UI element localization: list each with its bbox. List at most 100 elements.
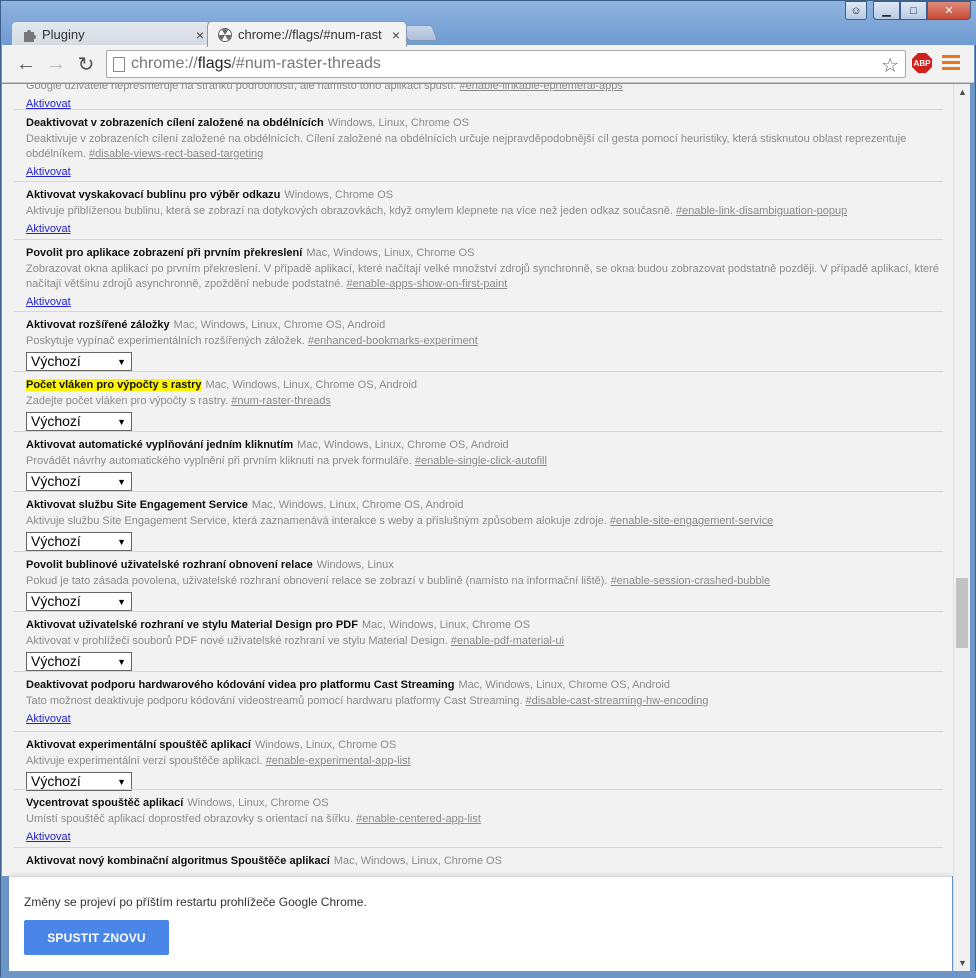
flag-title-text: Deaktivovat v zobrazeních cílení založen… [26,117,324,129]
enable-link[interactable]: Aktivovat [26,713,71,725]
flag-title: Aktivovat rozšířené záložky Mac, Windows,… [26,319,943,331]
back-arrow-icon[interactable]: ← [14,52,38,76]
flag-item: Počet vláken pro výpočty s rastry Mac, Wi… [26,379,943,431]
flag-title-text: Aktivovat uživatelské rozhraní ve stylu … [26,619,358,631]
user-icon[interactable]: ☺ [845,1,867,20]
flag-description-text: Aktivuje přiblíženou bublinu, která se z… [26,205,673,217]
flag-select[interactable]: Výchozí ▼ [26,592,132,611]
flag-platforms: Windows, Chrome OS [284,189,394,201]
flag-description: Zadejte počet vláken pro výpočty s rastr… [26,394,943,409]
chevron-down-icon: ▼ [117,657,126,667]
puzzle-icon [24,30,36,42]
flag-anchor-link[interactable]: #num-raster-threads [231,395,331,407]
flag-select[interactable]: Výchozí ▼ [26,532,132,551]
flag-anchor-link[interactable]: #disable-cast-streaming-hw-encoding [526,695,709,707]
flag-description: Zobrazovat okna aplikací po prvním překr… [26,262,943,292]
flag-anchor-link[interactable]: #enable-centered-app-list [356,813,481,825]
enable-link[interactable]: Aktivovat [26,831,71,843]
enable-link[interactable]: Aktivovat [26,296,71,308]
forward-arrow-icon[interactable]: → [44,52,68,76]
reload-icon[interactable]: ↻ [74,52,98,76]
flag-title: Počet vláken pro výpočty s rastry Mac, Wi… [26,379,943,391]
flag-anchor-link[interactable]: #enable-session-crashed-bubble [611,575,771,587]
flag-anchor-link[interactable]: #enable-single-click-autofill [415,455,547,467]
flag-select-value: Výchozí [31,653,81,669]
flag-anchor-link[interactable]: #enable-pdf-material-ui [451,635,564,647]
flag-description: Poskytuje vypínač experimentálních rozší… [26,334,943,349]
flag-platforms: Mac, Windows, Linux, Chrome OS [333,855,502,867]
enable-link[interactable]: Aktivovat [26,223,71,235]
flag-description: Aktivuje přiblíženou bublinu, která se z… [26,204,943,219]
flag-anchor-link[interactable]: #enable-site-engagement-service [610,515,773,527]
flag-anchor-link[interactable]: #enable-linkable-ephemeral-apps [460,84,623,92]
flag-title: Povolit pro aplikace zobrazení při první… [26,247,943,259]
flag-title: Aktivovat službu Site Engagement Service… [26,499,943,511]
flag-item: Aktivovat experimentální spouštěč aplika… [26,739,943,791]
bookmark-star-icon[interactable]: ☆ [881,53,899,77]
flag-title: Deaktivovat v zobrazeních cílení založen… [26,117,943,129]
scroll-up-arrow-icon[interactable]: ▲ [958,87,967,97]
flag-item: Aktivovat automatické vyplňování jedním … [26,439,943,491]
flag-anchor-link[interactable]: #enhanced-bookmarks-experiment [308,335,478,347]
flag-platforms: Mac, Windows, Linux, Chrome OS, Android [251,499,464,511]
chevron-down-icon: ▼ [117,537,126,547]
flag-description: Deaktivuje v zobrazeních cílení založené… [26,132,943,162]
flag-item: Deaktivovat v zobrazeních cílení založen… [26,117,943,180]
flag-description-text: Poskytuje vypínač experimentálních rozší… [26,335,305,347]
flag-anchor-link[interactable]: #disable-views-rect-based-targeting [89,148,263,160]
flag-description: Aktivuje službu Site Engagement Service,… [26,514,943,529]
flag-item: Aktivovat službu Site Engagement Service… [26,499,943,551]
scroll-down-arrow-icon[interactable]: ▼ [958,958,967,968]
flag-title-text: Povolit bublinové uživatelské rozhraní o… [26,559,313,571]
flag-select[interactable]: Výchozí ▼ [26,472,132,491]
flag-select[interactable]: Výchozí ▼ [26,652,132,671]
flag-title: Aktivovat nový kombinační algoritmus Spo… [26,855,943,867]
flag-title: Aktivovat experimentální spouštěč aplika… [26,739,943,751]
flag-platforms: Windows, Linux, Chrome OS [187,797,329,809]
flag-title-text: Aktivovat vyskakovací bublinu pro výběr … [26,189,281,201]
chevron-down-icon: ▼ [117,597,126,607]
new-tab-button[interactable] [402,25,438,41]
flag-select[interactable]: Výchozí ▼ [26,352,132,371]
restart-message: Změny se projeví po příštím restartu pro… [24,895,367,909]
minimize-button[interactable]: ▁ [873,1,900,20]
flag-title-text: Aktivovat službu Site Engagement Service [26,499,248,511]
scrollbar[interactable]: ▲ ▼ [953,84,970,971]
browser-window: Pluginy × chrome://flags/#num-rast × ☺ ▁… [0,0,976,978]
flag-anchor-link[interactable]: #enable-apps-show-on-first-paint [346,278,507,290]
flag-divider [14,109,943,110]
close-tab-icon[interactable]: × [196,27,204,43]
flag-divider [14,611,943,612]
flag-platforms: Windows, Linux, Chrome OS [254,739,397,751]
flag-title-text: Aktivovat rozšířené záložky [26,319,170,331]
adblock-plus-icon[interactable]: ABP [912,53,932,73]
address-bar[interactable]: chrome://flags/#num-raster-threads ☆ [106,50,906,78]
scrollbar-thumb[interactable] [956,578,968,648]
tab-strip: Pluginy × chrome://flags/#num-rast × ☺ ▁… [1,1,976,47]
close-button[interactable]: ✕ [927,1,971,20]
flag-divider [14,847,943,848]
maximize-button[interactable]: □ [900,1,927,20]
flag-description-text: Zadejte počet vláken pro výpočty s rastr… [26,395,229,407]
flag-divider [14,671,943,672]
flag-divider [14,181,943,182]
hamburger-menu-icon[interactable] [942,55,960,71]
flag-description: Aktivovat v prohlížeči souborů PDF nové … [26,634,943,649]
flag-description-text: Umístí spouštěč aplikací doprostřed obra… [26,813,354,825]
flag-platforms: Mac, Windows, Linux, Chrome OS, Android [297,439,509,451]
flag-item: Povolit pro aplikace zobrazení při první… [26,247,943,310]
flag-divider [14,239,943,240]
close-tab-icon[interactable]: × [392,27,400,43]
flag-anchor-link[interactable]: #enable-experimental-app-list [266,755,411,767]
flag-select[interactable]: Výchozí ▼ [26,412,132,431]
flag-title-text: Počet vláken pro výpočty s rastry [26,379,202,391]
flag-divider [14,789,943,790]
enable-link[interactable]: Aktivovat [26,166,71,178]
restart-button[interactable]: SPUSTIT ZNOVU [24,920,169,955]
tab-plugins[interactable]: Pluginy × [11,21,211,47]
flag-anchor-link[interactable]: #enable-link-disambiguation-popup [676,205,847,217]
tab-flags[interactable]: chrome://flags/#num-rast × [207,21,407,47]
flag-platforms: Mac, Windows, Linux, Chrome OS, Android [205,379,417,391]
flag-platforms: Mac, Windows, Linux, Chrome OS, Android [173,319,386,331]
flag-divider [14,371,943,372]
